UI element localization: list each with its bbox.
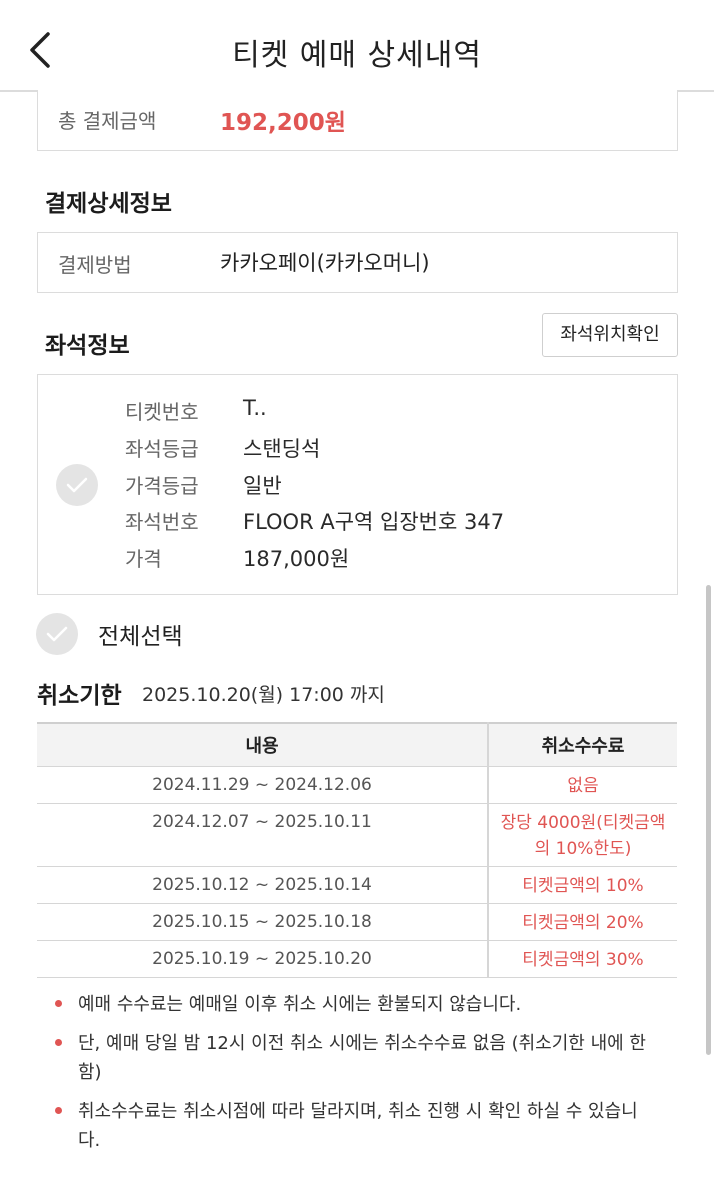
fee-cell: 티켓금액의 20%: [488, 903, 677, 941]
note-item: 단, 예매 당일 밤 12시 이전 취소 시에는 취소수수료 없음 (취소기한 …: [50, 1029, 660, 1087]
ticket-number-label: 티켓번호: [125, 400, 199, 424]
seat-section-title: 좌석정보: [45, 333, 130, 359]
table-row: 2025.10.12 ~ 2025.10.14 티켓금액의 10%: [37, 866, 677, 904]
seat-number-value: FLOOR A구역 입장번호 347: [243, 510, 505, 534]
column-header-fee: 취소수수료: [488, 723, 677, 767]
table-row: 2024.12.07 ~ 2025.10.11 장당 4000원(티켓금액의 1…: [37, 803, 677, 867]
select-all-label[interactable]: 전체선택: [98, 617, 183, 651]
seat-number-label: 좌석번호: [125, 510, 199, 534]
seat-grade-label: 좌석등급: [125, 437, 199, 461]
price-label: 가격: [125, 547, 162, 571]
bullet-icon: [55, 1039, 62, 1046]
bullet-icon: [55, 1000, 62, 1007]
fee-cell: 없음: [488, 766, 677, 804]
total-amount-value: 192,200원: [220, 110, 346, 136]
page-title: 티켓 예매 상세내역: [232, 38, 482, 73]
cancel-deadline-value: 2025.10.20(월) 17:00 까지: [142, 684, 385, 706]
price-grade-value: 일반: [243, 474, 282, 498]
seat-select-checkbox[interactable]: [56, 464, 98, 506]
fee-cell: 티켓금액의 10%: [488, 866, 677, 904]
cancel-fee-table: 내용 취소수수료 2024.11.29 ~ 2024.12.06 없음 2024…: [37, 722, 677, 978]
bullet-icon: [55, 1107, 62, 1114]
note-text: 단, 예매 당일 밤 12시 이전 취소 시에는 취소수수료 없음 (취소기한 …: [78, 1033, 646, 1083]
table-row: 2025.10.15 ~ 2025.10.18 티켓금액의 20%: [37, 903, 677, 941]
fee-cell: 티켓금액의 30%: [488, 940, 677, 978]
check-icon: [66, 477, 88, 493]
table-header-row: 내용 취소수수료: [37, 723, 677, 767]
note-item: 취소수수료는 취소시점에 따라 달라지며, 취소 진행 시 확인 하실 수 있습…: [50, 1097, 660, 1155]
select-all-checkbox[interactable]: [36, 613, 78, 655]
cancel-deadline-title: 취소기한: [37, 683, 122, 709]
payment-section-title: 결제상세정보: [45, 191, 172, 217]
price-grade-label: 가격등급: [125, 474, 199, 498]
check-icon: [46, 626, 68, 642]
note-item: 예매 수수료는 예매일 이후 취소 시에는 환불되지 않습니다.: [50, 990, 660, 1019]
period-cell: 2024.11.29 ~ 2024.12.06: [37, 766, 489, 804]
seat-location-button[interactable]: 좌석위치확인: [542, 313, 678, 357]
table-row: 2024.11.29 ~ 2024.12.06 없음: [37, 766, 677, 804]
price-value: 187,000원: [243, 547, 350, 571]
payment-method-label: 결제방법: [58, 253, 132, 277]
ticket-number-value: T..: [243, 396, 267, 420]
column-header-period: 내용: [37, 723, 489, 767]
total-amount-label: 총 결제금액: [58, 109, 157, 133]
payment-method-value: 카카오페이(카카오머니): [220, 251, 430, 275]
period-cell: 2025.10.15 ~ 2025.10.18: [37, 903, 489, 941]
seat-grade-value: 스탠딩석: [243, 437, 321, 461]
fee-cell: 장당 4000원(티켓금액의 10%한도): [488, 803, 677, 867]
period-cell: 2025.10.19 ~ 2025.10.20: [37, 940, 489, 978]
period-cell: 2024.12.07 ~ 2025.10.11: [37, 803, 489, 867]
note-text: 취소수수료는 취소시점에 따라 달라지며, 취소 진행 시 확인 하실 수 있습…: [78, 1101, 638, 1151]
period-cell: 2025.10.12 ~ 2025.10.14: [37, 866, 489, 904]
scrollbar[interactable]: [706, 585, 711, 1055]
note-text: 예매 수수료는 예매일 이후 취소 시에는 환불되지 않습니다.: [78, 994, 522, 1015]
table-row: 2025.10.19 ~ 2025.10.20 티켓금액의 30%: [37, 940, 677, 978]
cancel-notes: 예매 수수료는 예매일 이후 취소 시에는 환불되지 않습니다. 단, 예매 당…: [50, 990, 660, 1165]
